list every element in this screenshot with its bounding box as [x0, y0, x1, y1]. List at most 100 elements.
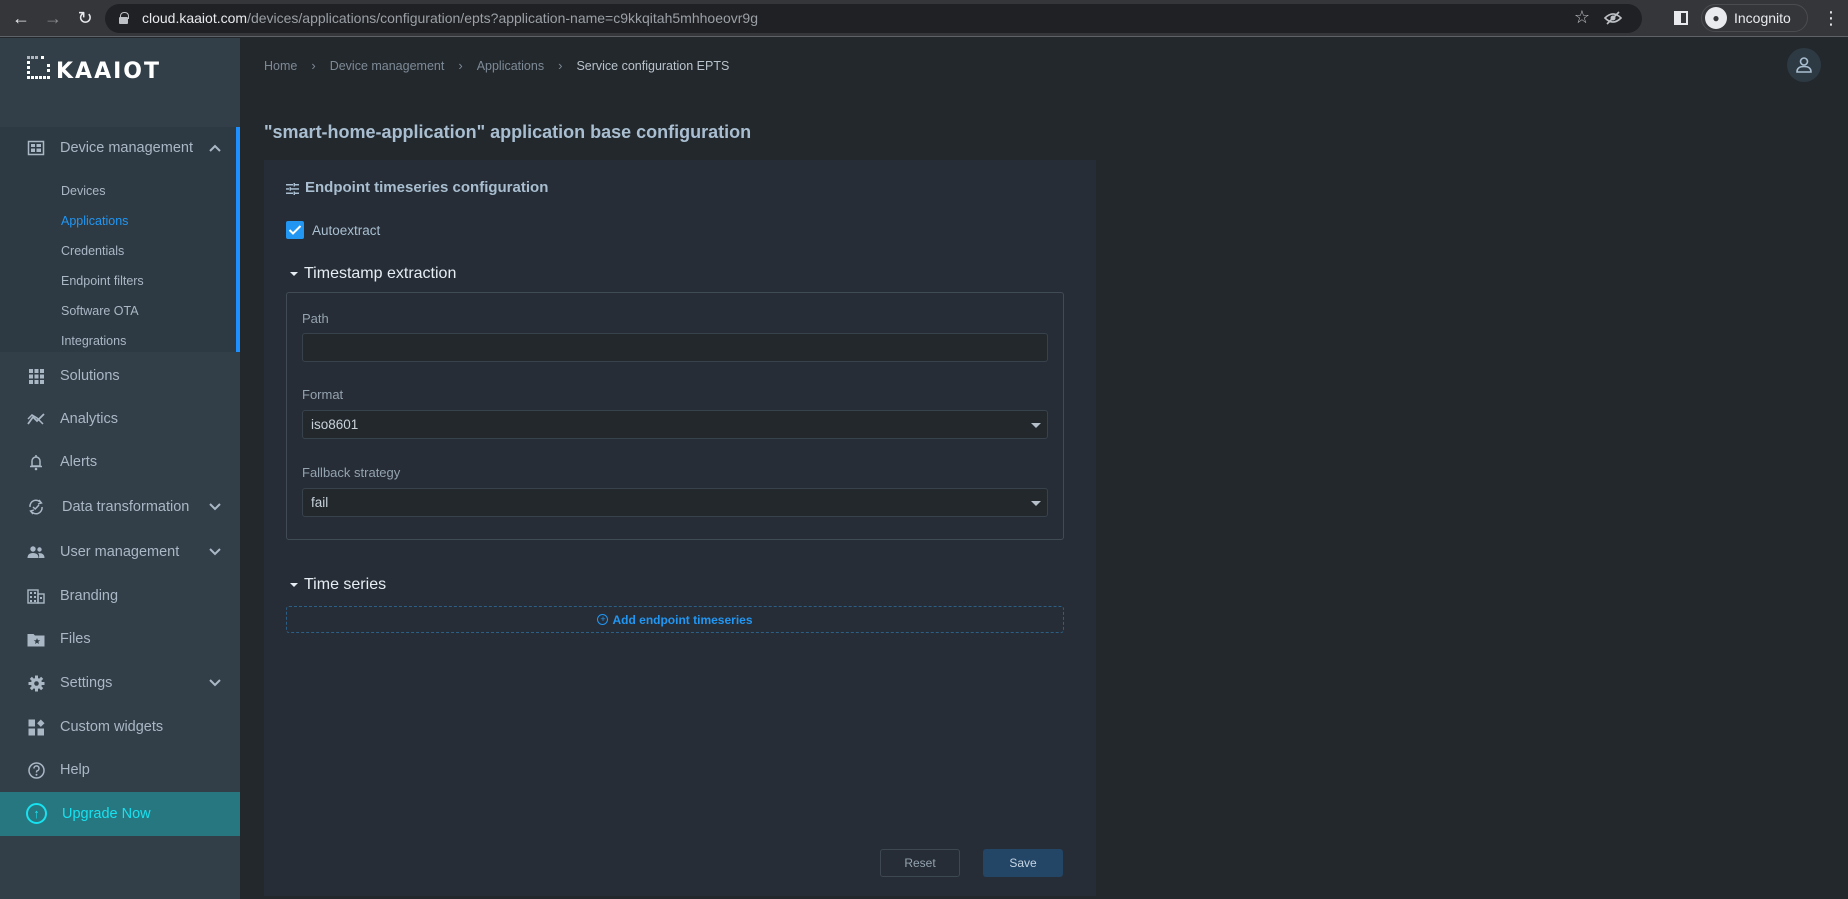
- autoextract-checkbox[interactable]: [286, 221, 304, 239]
- save-button[interactable]: Save: [983, 849, 1063, 877]
- reload-icon[interactable]: ↻: [75, 8, 95, 28]
- sidebar-subitem-endpoint-filters[interactable]: Endpoint filters: [61, 274, 144, 288]
- sidebar-item-solutions[interactable]: Solutions: [0, 356, 240, 396]
- sidebar-item-label: User management: [60, 544, 180, 560]
- chevron-down-icon[interactable]: [208, 500, 222, 514]
- page-title: "smart-home-application" application bas…: [264, 122, 752, 142]
- sidebar-subitem-applications[interactable]: Applications: [61, 214, 128, 228]
- analytics-icon: [27, 410, 45, 428]
- sidebar-subitem-integrations[interactable]: Integrations: [61, 334, 126, 348]
- autoextract-checkbox-row[interactable]: Autoextract: [286, 221, 380, 239]
- forward-icon[interactable]: →: [43, 8, 63, 28]
- fallback-strategy-select[interactable]: fail: [302, 488, 1048, 517]
- device-management-group: Device management Devices Applications C…: [0, 127, 240, 352]
- sidebar-item-branding[interactable]: Branding: [0, 576, 240, 616]
- main-content: Home › Device management › Applications …: [240, 38, 1848, 899]
- breadcrumb: Home › Device management › Applications …: [264, 58, 729, 73]
- time-series-toggle[interactable]: Time series: [290, 576, 386, 594]
- person-icon: [1796, 57, 1812, 73]
- more-menu-icon[interactable]: ⋮: [1822, 8, 1840, 28]
- sidebar-item-label: Device management: [60, 139, 193, 156]
- section-title: Timestamp extraction: [304, 265, 457, 282]
- sidebar-item-user-management[interactable]: User management: [0, 532, 240, 572]
- chevron-right-icon: ›: [458, 58, 463, 73]
- logo-wordmark: KAAIOT: [56, 59, 161, 84]
- sidebar-item-label: Files: [60, 631, 91, 647]
- epts-config-card: Endpoint timeseries configuration Autoex…: [264, 160, 1096, 896]
- kaaiot-logo[interactable]: KAAIOT: [27, 56, 161, 84]
- sidebar-item-label: Settings: [60, 675, 113, 691]
- widgets-icon: [27, 718, 45, 736]
- autoextract-label: Autoextract: [312, 222, 381, 238]
- back-icon[interactable]: ←: [11, 8, 31, 28]
- upgrade-now-button[interactable]: ↑ Upgrade Now: [0, 792, 240, 836]
- breadcrumb-applications[interactable]: Applications: [477, 59, 544, 73]
- sidebar-subitem-credentials[interactable]: Credentials: [61, 244, 124, 258]
- sidebar-item-label: Data transformation: [62, 499, 190, 515]
- sidebar-item-device-management[interactable]: Device management: [0, 127, 240, 168]
- sidebar-item-files[interactable]: Files: [0, 619, 240, 659]
- caret-down-icon: [290, 272, 298, 276]
- path-label: Path: [302, 311, 329, 326]
- url-text[interactable]: cloud.kaaiot.com/devices/applications/co…: [142, 10, 758, 26]
- timestamp-extraction-fieldset: Path Format iso8601 Fallback strategy fa…: [286, 292, 1064, 540]
- incognito-profile-button[interactable]: ● Incognito: [1701, 4, 1808, 32]
- format-label: Format: [302, 387, 344, 402]
- sidebar-item-label: Solutions: [60, 368, 120, 384]
- chevron-right-icon: ›: [311, 58, 316, 73]
- incognito-icon: ●: [1705, 7, 1727, 29]
- caret-down-icon: [290, 583, 298, 587]
- folder-star-icon: [27, 630, 45, 648]
- sidebar-item-settings[interactable]: Settings: [0, 663, 240, 703]
- help-icon: [27, 761, 45, 779]
- eye-off-icon[interactable]: [1603, 10, 1623, 26]
- add-endpoint-timeseries-button[interactable]: + Add endpoint timeseries: [286, 606, 1064, 633]
- chevron-down-icon[interactable]: [208, 545, 222, 559]
- browser-toolbar: ← → ↻ cloud.kaaiot.com/devices/applicati…: [0, 0, 1848, 37]
- side-panel-icon[interactable]: [1674, 11, 1688, 25]
- add-endpoint-timeseries-label: Add endpoint timeseries: [612, 612, 753, 627]
- sidebar-item-help[interactable]: Help: [0, 750, 240, 790]
- sidebar-subitem-devices[interactable]: Devices: [61, 184, 105, 198]
- sidebar-item-custom-widgets[interactable]: Custom widgets: [0, 707, 240, 747]
- bookmark-star-icon[interactable]: ☆: [1574, 7, 1590, 28]
- sync-check-icon: [27, 498, 45, 516]
- chevron-down-icon[interactable]: [208, 676, 222, 690]
- gear-icon: [27, 674, 45, 692]
- format-value: iso8601: [311, 417, 359, 432]
- sidebar-item-label: Branding: [60, 588, 119, 604]
- breadcrumb-current: Service configuration EPTS: [576, 58, 730, 73]
- path-input[interactable]: [302, 333, 1048, 362]
- breadcrumb-device-management[interactable]: Device management: [330, 59, 445, 73]
- dropdown-arrow-icon: [1031, 501, 1041, 506]
- breadcrumb-home[interactable]: Home: [264, 59, 297, 73]
- fallback-strategy-value: fail: [311, 495, 329, 510]
- address-bar[interactable]: cloud.kaaiot.com/devices/applications/co…: [105, 4, 1642, 33]
- card-title-text: Endpoint timeseries configuration: [305, 179, 549, 196]
- dashboard-chip-icon: [27, 139, 45, 157]
- dropdown-arrow-icon: [1031, 423, 1041, 428]
- building-icon: [27, 587, 45, 605]
- profile-label: Incognito: [1734, 10, 1791, 26]
- upgrade-label: Upgrade Now: [62, 806, 151, 822]
- format-select[interactable]: iso8601: [302, 410, 1048, 439]
- sidebar-item-label: Alerts: [60, 454, 98, 470]
- sidebar-subitem-software-ota[interactable]: Software OTA: [61, 304, 139, 318]
- tune-sliders-icon: [286, 182, 299, 195]
- user-avatar-button[interactable]: [1787, 48, 1821, 82]
- sidebar-item-label: Analytics: [60, 411, 119, 427]
- grid-icon: [27, 367, 45, 385]
- checkmark-icon: [288, 225, 302, 235]
- plus-circle-icon: +: [597, 614, 609, 625]
- sidebar-item-label: Help: [60, 762, 90, 778]
- arrow-up-circle-icon: ↑: [26, 803, 47, 824]
- fallback-strategy-label: Fallback strategy: [302, 465, 401, 480]
- reset-button[interactable]: Reset: [880, 849, 960, 877]
- sidebar-item-data-transformation[interactable]: Data transformation: [0, 487, 240, 527]
- sidebar-item-alerts[interactable]: Alerts: [0, 442, 240, 482]
- lock-icon[interactable]: [119, 12, 129, 24]
- chevron-up-icon[interactable]: [208, 141, 222, 155]
- timestamp-extraction-toggle[interactable]: Timestamp extraction: [290, 265, 456, 283]
- sidebar-item-analytics[interactable]: Analytics: [0, 399, 240, 439]
- sidebar: KAAIOT Device management Devices Applica…: [0, 38, 240, 899]
